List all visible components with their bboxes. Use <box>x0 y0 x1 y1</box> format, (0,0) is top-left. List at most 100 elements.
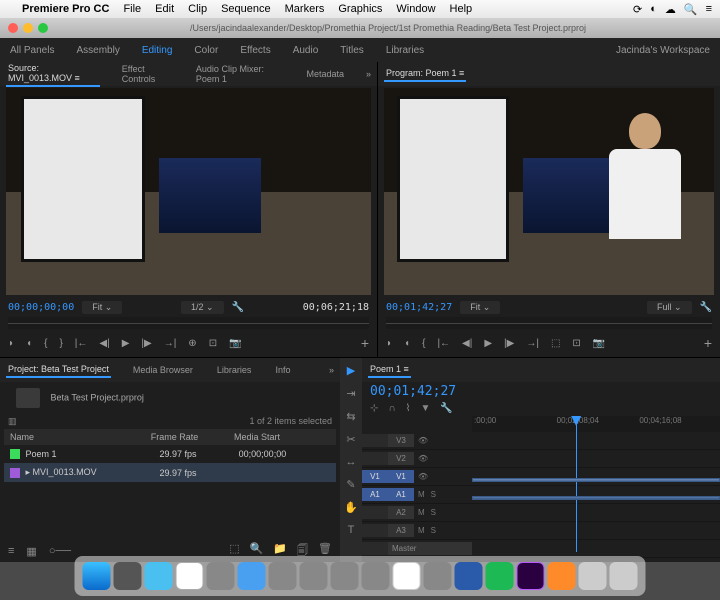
nest-icon[interactable]: ⊹ <box>370 403 378 414</box>
lift-icon[interactable]: ⬚ <box>551 338 560 349</box>
play-icon[interactable]: ▶ <box>484 338 492 349</box>
minimize-icon[interactable] <box>23 23 33 33</box>
ws-libraries[interactable]: Libraries <box>386 45 424 56</box>
dock-firefox[interactable] <box>548 562 576 590</box>
table-row[interactable]: Poem 1 29.97 fps 00;00;00;00 <box>4 445 336 463</box>
wifi-icon[interactable]: ⟳ <box>633 3 642 16</box>
type-icon[interactable]: T <box>348 524 355 536</box>
menu-sequence[interactable]: Sequence <box>221 3 271 15</box>
src-patch[interactable]: V1 <box>362 470 388 483</box>
source-zoom[interactable]: Fit ⌄ <box>82 301 122 314</box>
video-clip[interactable]: MVI_0013.MOV [V] <box>472 478 720 482</box>
ws-editing[interactable]: Editing <box>142 45 173 56</box>
wrench-icon[interactable]: 🔧 <box>232 302 244 313</box>
app-name[interactable]: Premiere Pro CC <box>22 3 109 15</box>
track-select-icon[interactable]: ⇥ <box>346 387 355 400</box>
table-row[interactable]: ▸ MVI_0013.MOV 29.97 fps <box>4 463 336 482</box>
tab-sequence[interactable]: Poem 1 ≡ <box>368 362 411 378</box>
col-name[interactable]: Name <box>10 432 151 442</box>
tab-metadata[interactable]: Metadata <box>304 67 346 81</box>
tab-project[interactable]: Project: Beta Test Project <box>6 362 111 378</box>
export-frame-icon[interactable]: 📷 <box>593 338 605 349</box>
dock-app[interactable] <box>362 562 390 590</box>
spotlight-icon[interactable]: 🔍 <box>684 3 698 16</box>
menu-file[interactable]: File <box>123 3 141 15</box>
mute-icon[interactable]: M <box>418 508 425 517</box>
menu-window[interactable]: Window <box>396 3 435 15</box>
dock-spotify[interactable] <box>486 562 514 590</box>
dock-app[interactable] <box>114 562 142 590</box>
col-rate[interactable]: Frame Rate <box>151 432 234 442</box>
track-v1[interactable]: V1 V1 👁 MVI_0013.MOV [V] <box>362 468 720 486</box>
workspace-name[interactable]: Jacinda's Workspace <box>616 45 710 56</box>
program-resolution[interactable]: Full ⌄ <box>647 301 692 314</box>
razor-icon[interactable]: ✂ <box>346 433 355 446</box>
insert-icon[interactable]: { <box>44 338 47 349</box>
dock-safari[interactable] <box>145 562 173 590</box>
menu-markers[interactable]: Markers <box>285 3 325 15</box>
step-fwd-icon[interactable]: |▶ <box>504 338 514 349</box>
src-patch[interactable] <box>362 434 388 447</box>
tab-program[interactable]: Program: Poem 1 ≡ <box>384 66 466 82</box>
src-patch[interactable]: A1 <box>362 488 388 501</box>
program-zoom[interactable]: Fit ⌄ <box>460 301 500 314</box>
dock-word[interactable] <box>455 562 483 590</box>
dock-app[interactable] <box>424 562 452 590</box>
timeline-timecode[interactable]: 00;01;42;27 <box>362 382 720 401</box>
hand-icon[interactable]: ✋ <box>344 501 358 514</box>
button-editor-icon[interactable]: + <box>361 335 369 351</box>
track-a2[interactable]: A2 MS <box>362 504 720 522</box>
filter-icon[interactable]: ▥ <box>8 416 17 427</box>
mark-in-icon[interactable]: ◗ <box>386 338 392 349</box>
mute-icon[interactable]: M <box>418 526 425 535</box>
track-target[interactable]: A1 <box>388 488 414 501</box>
dock-premiere[interactable] <box>517 562 545 590</box>
tab-effect-controls[interactable]: Effect Controls <box>120 62 174 86</box>
settings-icon[interactable]: 🔧 <box>440 403 452 414</box>
timeline-ruler[interactable]: :00;00 00;02;08;04 00;04;16;08 <box>472 416 720 432</box>
menu-edit[interactable]: Edit <box>155 3 174 15</box>
mark-out-icon[interactable]: ◖ <box>26 338 32 349</box>
col-start[interactable]: Media Start <box>234 432 330 442</box>
program-scrubber[interactable] <box>386 317 712 329</box>
track-target[interactable]: V1 <box>388 470 414 483</box>
track-target[interactable]: V2 <box>388 452 414 465</box>
dock-app[interactable] <box>331 562 359 590</box>
menu-graphics[interactable]: Graphics <box>338 3 382 15</box>
marker-icon[interactable]: { <box>422 338 425 349</box>
solo-icon[interactable]: S <box>431 508 436 517</box>
dock-mail[interactable] <box>238 562 266 590</box>
overwrite-clip-icon[interactable]: ⊡ <box>209 338 217 349</box>
dock-calendar[interactable] <box>176 562 204 590</box>
source-out-timecode[interactable]: 00;06;21;18 <box>303 302 369 313</box>
go-out-icon[interactable]: →| <box>164 338 177 349</box>
ws-effects[interactable]: Effects <box>240 45 270 56</box>
mark-out-icon[interactable]: ◖ <box>404 338 410 349</box>
src-patch[interactable] <box>362 506 388 519</box>
dock-trash[interactable] <box>579 562 607 590</box>
dock-chrome[interactable] <box>393 562 421 590</box>
menu-extra[interactable]: ≡ <box>706 3 712 16</box>
ws-audio[interactable]: Audio <box>293 45 319 56</box>
solo-icon[interactable]: S <box>431 526 436 535</box>
dock-itunes[interactable] <box>300 562 328 590</box>
wrench-icon[interactable]: 🔧 <box>700 302 712 313</box>
extract-icon[interactable]: ⊡ <box>572 338 580 349</box>
ws-titles[interactable]: Titles <box>340 45 364 56</box>
tab-libraries[interactable]: Libraries <box>215 363 254 377</box>
list-view-icon[interactable]: ≡ <box>8 545 14 557</box>
link-icon[interactable]: ⌇ <box>406 403 411 414</box>
toggle-output-icon[interactable]: 👁 <box>418 454 428 463</box>
program-monitor[interactable] <box>384 88 714 295</box>
panel-menu-icon[interactable]: » <box>329 365 334 375</box>
program-in-timecode[interactable]: 00;01;42;27 <box>386 302 452 313</box>
tab-source[interactable]: Source: MVI_0013.MOV ≡ <box>6 61 100 87</box>
solo-icon[interactable]: S <box>431 490 436 499</box>
src-patch[interactable] <box>362 452 388 465</box>
ws-color[interactable]: Color <box>194 45 218 56</box>
toggle-output-icon[interactable]: 👁 <box>418 472 428 481</box>
track-target[interactable]: V3 <box>388 434 414 447</box>
marker-icon[interactable]: ▼ <box>420 403 430 414</box>
track-v2[interactable]: V2 👁 <box>362 450 720 468</box>
tab-audio-mixer[interactable]: Audio Clip Mixer: Poem 1 <box>194 62 285 86</box>
